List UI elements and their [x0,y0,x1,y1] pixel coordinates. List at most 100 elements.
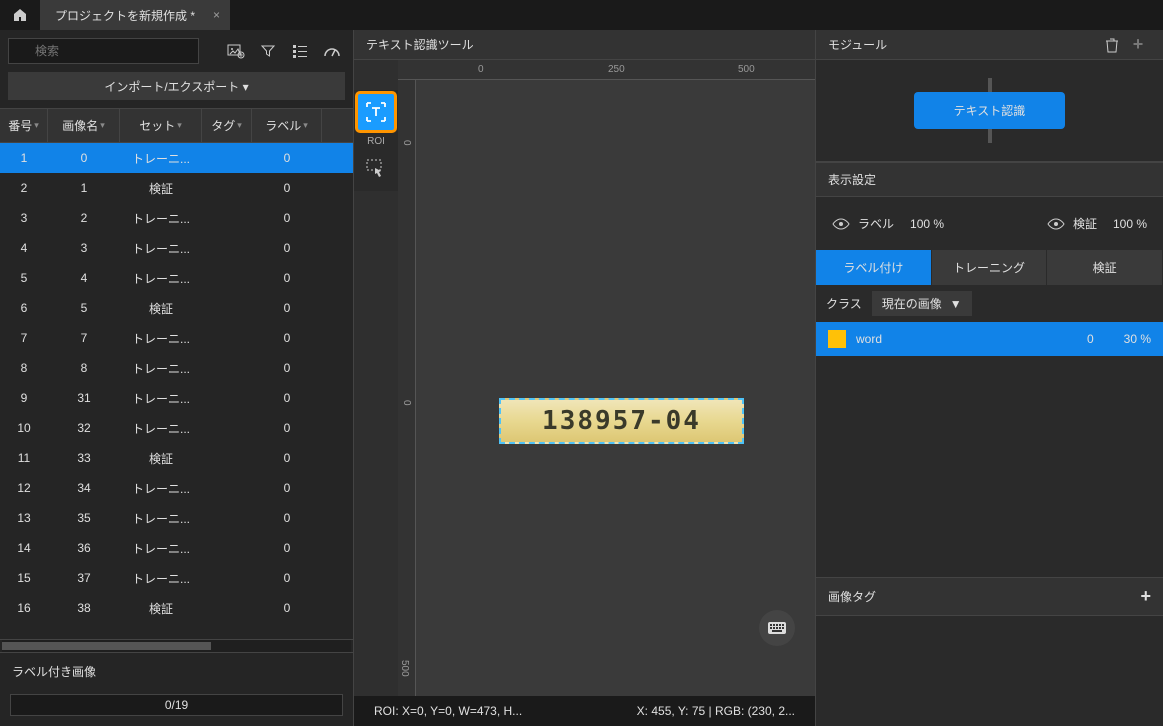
import-export-button[interactable]: インポート/エクスポート ▾ [8,72,345,100]
class-count: 0 [1087,332,1094,346]
cell-label: 0 [252,327,322,349]
image-roi-box[interactable]: 138957-04 [499,398,744,444]
image-table-body[interactable]: 10トレーニ...021検証032トレーニ...043トレーニ...054トレー… [0,143,353,640]
home-button[interactable] [0,0,40,30]
meter-icon[interactable] [319,38,345,64]
cell-num: 5 [0,267,48,289]
table-row[interactable]: 1537トレーニ...0 [0,563,353,593]
cell-set: トレーニ... [120,266,202,291]
add-module-icon[interactable]: + [1125,32,1151,58]
project-tab-title: プロジェクトを新規作成 * [55,7,195,24]
table-row[interactable]: 21検証0 [0,173,353,203]
table-row[interactable]: 1032トレーニ...0 [0,413,353,443]
image-settings-icon[interactable] [223,38,249,64]
cell-set: 検証 [120,296,202,321]
status-bar: ROI: X=0, Y=0, W=473, H... X: 455, Y: 75… [354,696,815,726]
cell-tag [202,274,252,282]
tab-verify[interactable]: 検証 [1047,250,1163,285]
filter-icon[interactable] [255,38,281,64]
cell-set: トレーニ... [120,476,202,501]
vertical-ruler: 0 0 500 [398,80,416,696]
image-tag-header: 画像タグ [828,588,876,605]
table-header: 番号▾ 画像名▾ セット▾ タグ▾ ラベル▾ [0,108,353,143]
table-row[interactable]: 77トレーニ...0 [0,323,353,353]
cell-num: 10 [0,417,48,439]
eye-icon[interactable] [1047,218,1065,230]
eye-icon[interactable] [832,218,850,230]
table-row[interactable]: 43トレーニ...0 [0,233,353,263]
cell-imgname: 5 [48,297,120,319]
cell-num: 6 [0,297,48,319]
cell-tag [202,544,252,552]
display-label-pct: 100 % [910,217,944,231]
center-panel: テキスト認識ツール ROI 0 250 500 0 0 500 [354,30,815,726]
cell-set: トレーニ... [120,356,202,381]
text-recognition-module-button[interactable]: テキスト認識 [914,92,1066,129]
right-panel: モジュール + テキスト認識 表示設定 ラベル 100 % 検証 100 [815,30,1163,726]
tab-training[interactable]: トレーニング [932,250,1048,285]
close-icon[interactable]: × [213,8,220,22]
table-row[interactable]: 1436トレーニ...0 [0,533,353,563]
status-cursor-text: X: 455, Y: 75 | RGB: (230, 2... [637,704,795,718]
cell-tag [202,454,252,462]
keyboard-icon[interactable] [759,610,795,646]
table-row[interactable]: 1234トレーニ...0 [0,473,353,503]
col-header-imagename[interactable]: 画像名▾ [48,109,120,142]
cell-set: トレーニ... [120,386,202,411]
cell-label: 0 [252,147,322,169]
roi-text-label: ROI [367,136,385,147]
cell-label: 0 [252,447,322,469]
table-row[interactable]: 32トレーニ...0 [0,203,353,233]
cell-label: 0 [252,297,322,319]
cell-label: 0 [252,357,322,379]
table-row[interactable]: 1638検証0 [0,593,353,623]
cell-set: 検証 [120,176,202,201]
cell-imgname: 8 [48,357,120,379]
status-roi-text: ROI: X=0, Y=0, W=473, H... [374,704,522,718]
trash-icon[interactable] [1099,32,1125,58]
display-verify-pct: 100 % [1113,217,1147,231]
table-row[interactable]: 88トレーニ...0 [0,353,353,383]
import-export-label: インポート/エクスポート ▾ [104,78,248,95]
cell-tag [202,514,252,522]
class-scope-select[interactable]: 現在の画像 ▼ [872,291,972,316]
cell-set: トレーニ... [120,206,202,231]
col-header-set[interactable]: セット▾ [120,109,202,142]
class-color-swatch [828,330,846,348]
col-header-tag[interactable]: タグ▾ [202,109,252,142]
project-tab[interactable]: プロジェクトを新規作成 * × [40,0,230,30]
table-row[interactable]: 1133検証0 [0,443,353,473]
cell-imgname: 33 [48,447,120,469]
cell-num: 11 [0,447,48,469]
cell-tag [202,184,252,192]
search-input[interactable] [8,38,199,64]
table-row[interactable]: 54トレーニ...0 [0,263,353,293]
col-header-label[interactable]: ラベル▾ [252,109,322,142]
add-tag-icon[interactable]: + [1140,586,1151,607]
cell-label: 0 [252,387,322,409]
roi-text-tool-button[interactable] [357,93,395,131]
cell-set: トレーニ... [120,416,202,441]
table-row[interactable]: 931トレーニ...0 [0,383,353,413]
cell-imgname: 38 [48,597,120,619]
cell-num: 2 [0,177,48,199]
col-header-number[interactable]: 番号▾ [0,109,48,142]
cell-num: 7 [0,327,48,349]
canvas-viewport[interactable]: 138957-04 [416,80,815,696]
roi-select-tool-button[interactable] [357,150,395,188]
tab-labeling[interactable]: ラベル付け [816,250,932,285]
table-row[interactable]: 1335トレーニ...0 [0,503,353,533]
class-item-word[interactable]: word 0 30 % [816,322,1163,356]
display-verify-text: 検証 [1073,215,1097,232]
module-header-title: モジュール [828,36,887,53]
table-row[interactable]: 65検証 0 [0,293,353,323]
horizontal-scrollbar[interactable] [2,640,351,652]
cell-label: 0 [252,237,322,259]
class-label: クラス [826,295,862,312]
cell-imgname: 4 [48,267,120,289]
cell-imgname: 37 [48,567,120,589]
list-settings-icon[interactable] [287,38,313,64]
table-row[interactable]: 10トレーニ...0 [0,143,353,173]
cell-imgname: 36 [48,537,120,559]
cell-tag [202,214,252,222]
